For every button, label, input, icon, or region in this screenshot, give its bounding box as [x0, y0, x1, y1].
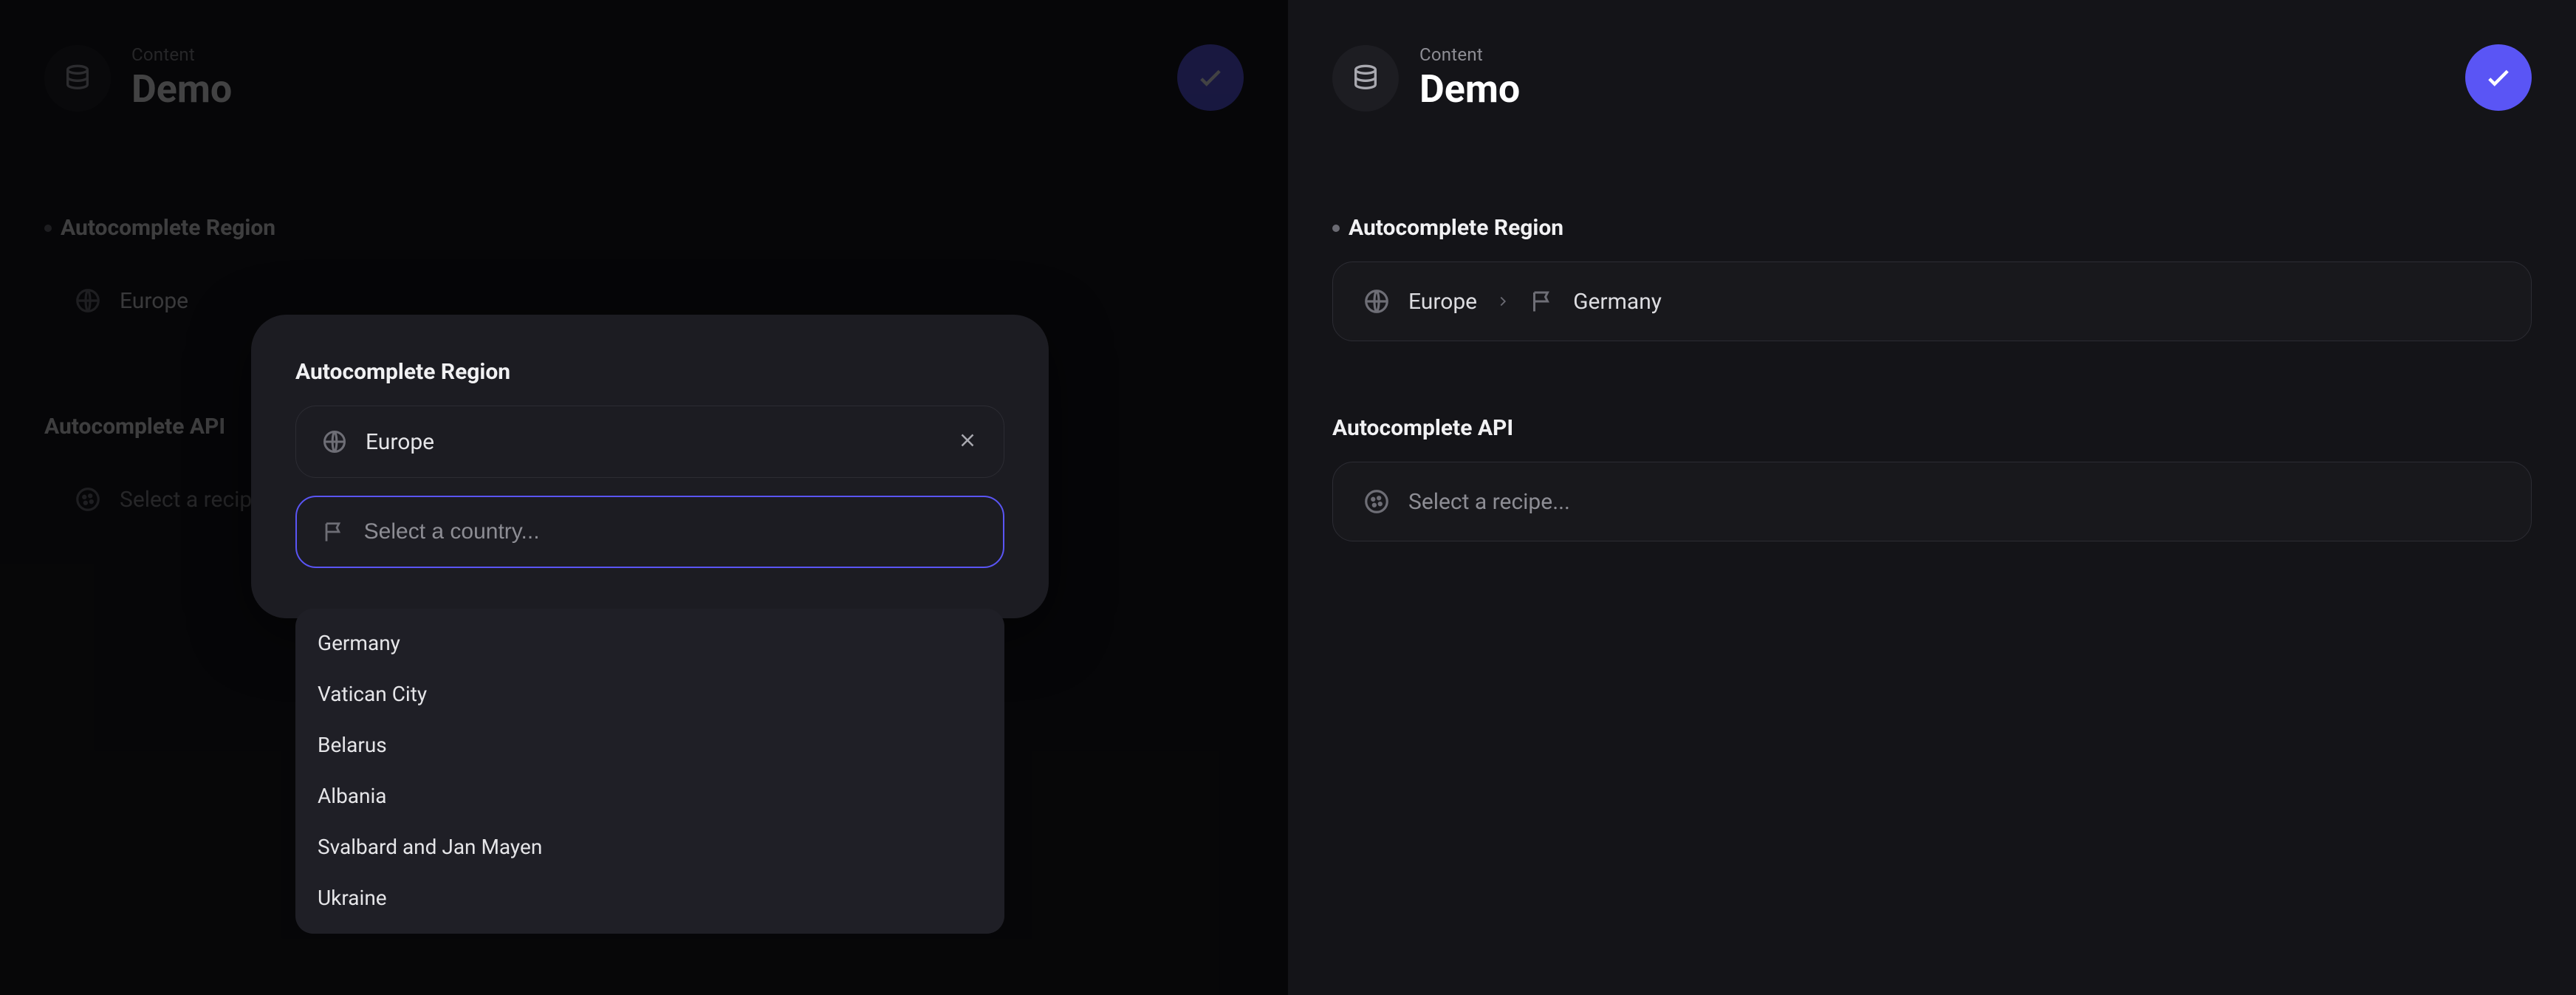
- confirm-button[interactable]: [1177, 44, 1244, 111]
- breadcrumb-country: Germany: [1573, 289, 1662, 315]
- region-section-label: Autocomplete Region: [44, 215, 1244, 241]
- country-search-input[interactable]: [364, 519, 979, 544]
- region-section-label: Autocomplete Region: [1332, 215, 2532, 241]
- country-dropdown: Germany Vatican City Belarus Albania Sva…: [295, 609, 1004, 934]
- page-header: Content Demo: [44, 44, 1244, 112]
- required-dot: [44, 225, 52, 232]
- continent-value: Europe: [366, 429, 939, 455]
- recipe-field[interactable]: Select a recipe...: [1332, 462, 2532, 541]
- check-icon: [1195, 62, 1226, 93]
- cookie-icon: [1363, 488, 1391, 516]
- popover-title: Autocomplete Region: [295, 359, 1004, 385]
- confirm-button[interactable]: [2465, 44, 2532, 111]
- clear-continent-button[interactable]: [956, 429, 979, 454]
- country-option[interactable]: Portugal: [295, 923, 1004, 934]
- country-option[interactable]: Germany: [295, 618, 1004, 669]
- left-panel: Content Demo Autocomplete Region: [0, 0, 1288, 995]
- page-title: Demo: [131, 66, 232, 112]
- header-avatar: [44, 45, 111, 112]
- page-header: Content Demo: [1332, 44, 2532, 112]
- required-dot: [1332, 225, 1340, 232]
- page-title: Demo: [1419, 66, 1520, 112]
- header-eyebrow: Content: [1419, 44, 1520, 65]
- database-icon: [1351, 64, 1380, 93]
- header-avatar: [1332, 45, 1399, 112]
- flag-icon: [321, 519, 346, 545]
- region-value: Europe: [120, 288, 188, 314]
- country-input[interactable]: [295, 496, 1004, 568]
- globe-icon: [1363, 287, 1391, 315]
- right-panel: Content Demo Autocomplete Region Europe: [1288, 0, 2576, 995]
- header-eyebrow: Content: [131, 44, 232, 65]
- breadcrumb-continent: Europe: [1408, 289, 1477, 315]
- region-popover: Autocomplete Region Europe: [251, 315, 1049, 618]
- country-option[interactable]: Ukraine: [295, 872, 1004, 923]
- region-field[interactable]: Europe Germany: [1332, 261, 2532, 341]
- country-option[interactable]: Svalbard and Jan Mayen: [295, 821, 1004, 872]
- check-icon: [2483, 62, 2514, 93]
- country-option[interactable]: Albania: [295, 770, 1004, 821]
- globe-icon: [74, 287, 102, 315]
- country-option[interactable]: Belarus: [295, 719, 1004, 770]
- continent-input[interactable]: Europe: [295, 406, 1004, 478]
- database-icon: [63, 64, 92, 93]
- recipe-placeholder: Select a recipe...: [1408, 489, 1570, 515]
- globe-icon: [321, 428, 348, 455]
- close-icon: [956, 429, 979, 451]
- country-option[interactable]: Vatican City: [295, 669, 1004, 719]
- api-section-label: Autocomplete API: [1332, 415, 2532, 441]
- flag-icon: [1529, 288, 1555, 315]
- cookie-icon: [74, 485, 102, 513]
- chevron-right-icon: [1495, 293, 1511, 310]
